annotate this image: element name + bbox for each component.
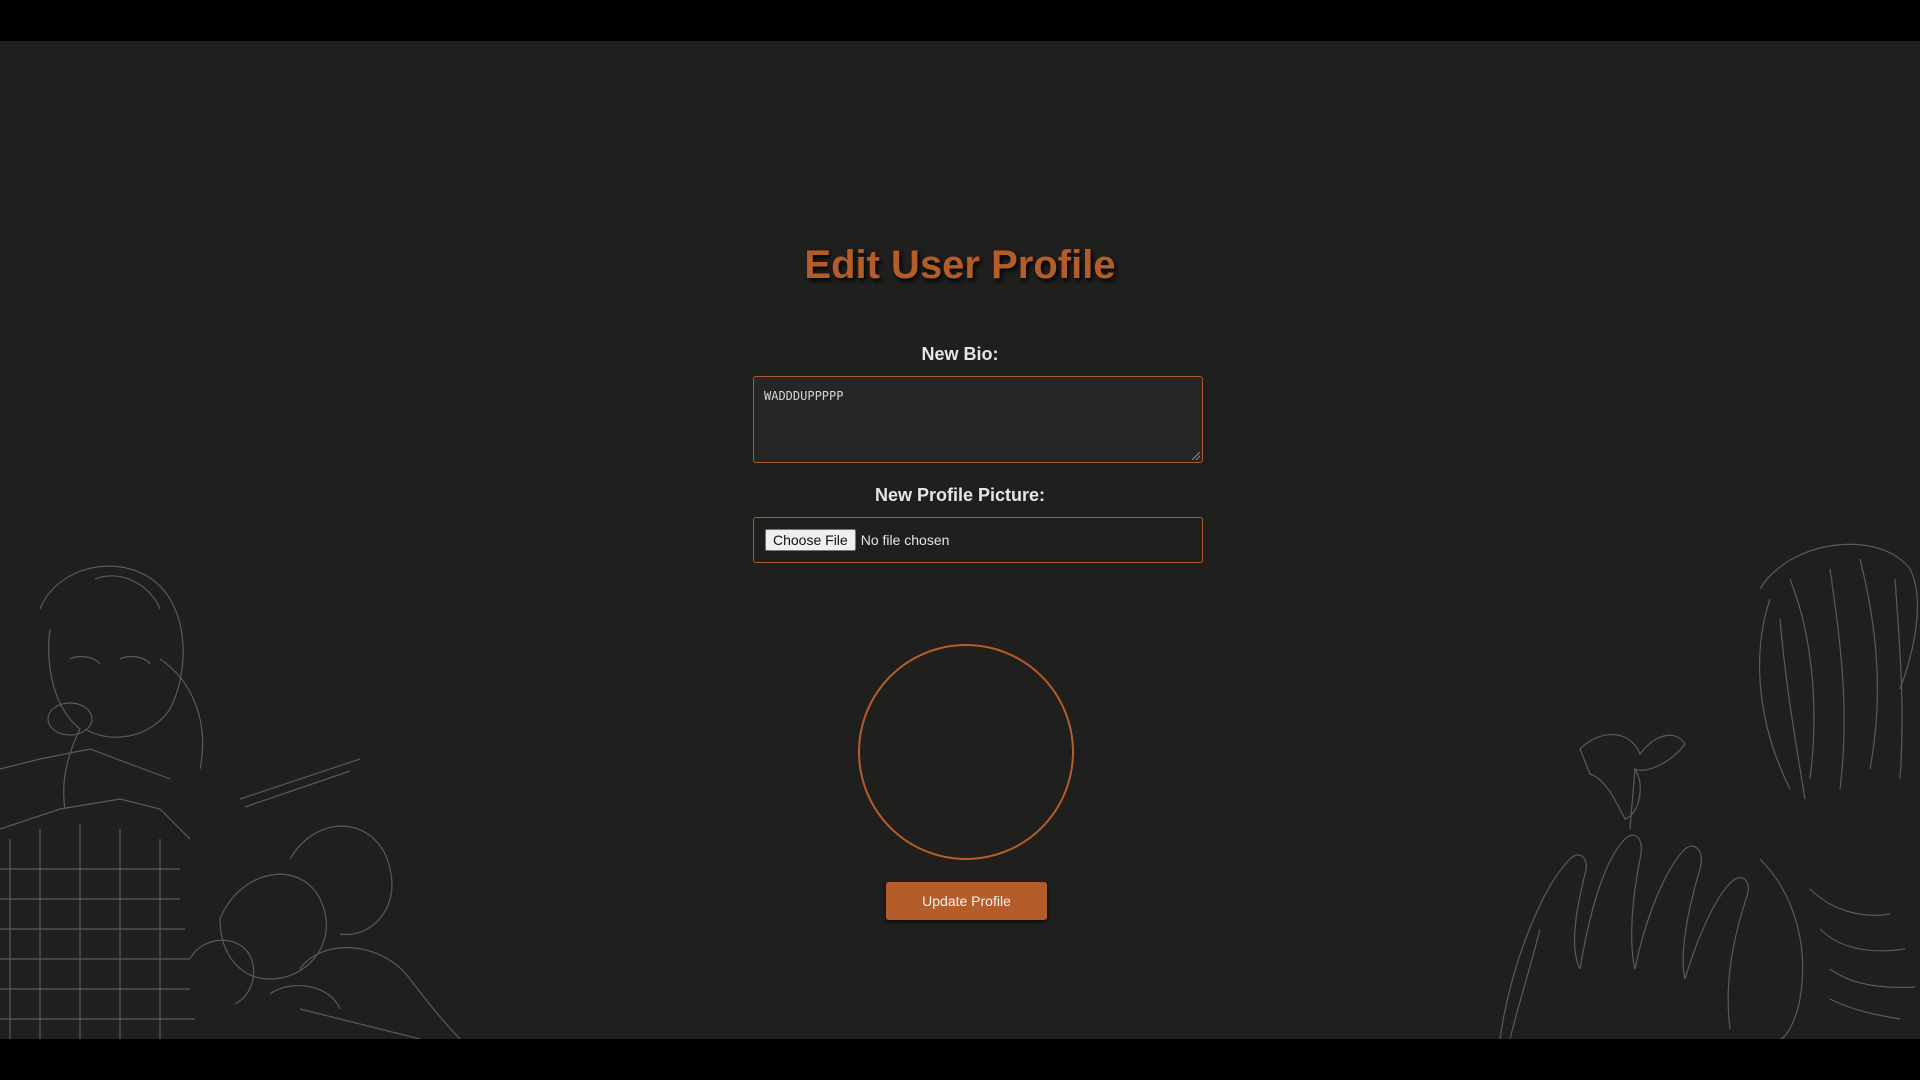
bio-text: WADDDUPPPPP [764,389,844,403]
choose-file-button[interactable]: Choose File [765,529,856,551]
resize-handle-icon[interactable] [1192,452,1200,460]
bio-textarea[interactable]: WADDDUPPPPP [753,376,1203,463]
page-title: Edit User Profile [804,243,1116,287]
profile-picture-file-input[interactable]: Choose File No file chosen [753,517,1203,563]
profile-page: Edit User Profile New Bio: WADDDUPPPPP N… [0,41,1920,1039]
profile-picture-label: New Profile Picture: [874,485,1046,505]
decorative-sketch-right [1499,543,1919,1039]
decorative-sketch-left [0,565,461,1039]
bottom-black-bar [0,1039,1920,1080]
profile-picture-preview [858,644,1074,860]
top-black-bar [0,0,1920,41]
update-profile-button[interactable]: Update Profile [886,882,1047,920]
file-status-text: No file chosen [860,532,950,548]
bio-label: New Bio: [921,344,999,364]
